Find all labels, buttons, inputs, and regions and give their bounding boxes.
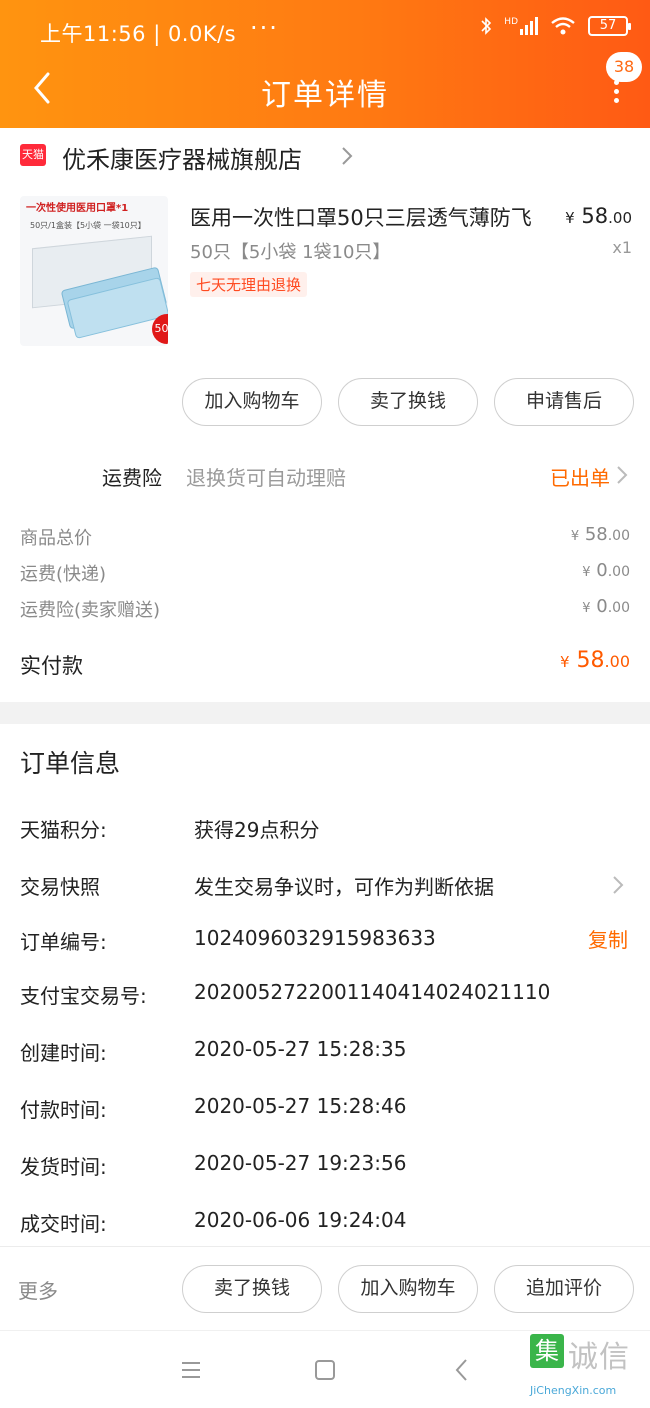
price-integer: 58 [581, 204, 609, 228]
price-decimal: .00 [608, 209, 632, 227]
product-sku: 50只【5小袋 1袋10只】 [190, 242, 391, 263]
add-to-cart-button[interactable]: 加入购物车 [338, 1265, 478, 1313]
order-info-label: 成交时间: [20, 1212, 107, 1236]
back-icon[interactable] [448, 1357, 478, 1383]
price-row-value: ¥ 0.00 [582, 560, 630, 581]
price-row-symbol: ¥ [570, 529, 580, 544]
order-info-label: 付款时间: [20, 1098, 107, 1122]
apply-after-sale-button[interactable]: 申请售后 [494, 378, 634, 426]
add-review-button[interactable]: 追加评价 [494, 1265, 634, 1313]
section-divider [0, 702, 650, 724]
price-row-decimal: .00 [607, 600, 630, 616]
order-info-label: 发货时间: [20, 1155, 107, 1179]
price-row-value: ¥ 58.00 [571, 524, 630, 545]
more-actions-link[interactable]: 更多 [18, 1275, 58, 1304]
paid-decimal: .00 [604, 652, 630, 671]
shipping-insurance-description: 退换货可自动理赔 [186, 466, 346, 490]
status-icons: HD 57 [480, 16, 631, 36]
paid-symbol: ¥ [560, 653, 570, 671]
more-menu-icon[interactable] [610, 80, 622, 106]
page-title: 订单详情 [261, 78, 389, 113]
order-info-value: 2020052722001140414024021110 [194, 980, 551, 1004]
product-image-subtitle: 50只/1盒装【5小袋 一袋10只】 [30, 221, 146, 230]
chevron-right-icon[interactable] [612, 874, 624, 896]
watermark-box: 集 [530, 1334, 564, 1368]
signal-icon: HD [504, 17, 538, 35]
chevron-right-icon [342, 147, 353, 165]
product-image[interactable]: 一次性使用医用口罩*1 50只/1盒装【5小袋 一袋10只】 50只 [20, 196, 168, 346]
order-info-value: 2020-05-27 15:28:35 [194, 1037, 407, 1061]
price-row-integer: 0 [596, 596, 608, 617]
tmall-logo: 天猫 [20, 144, 46, 166]
price-row-subtotal: 商品总价 ¥ 58.00 [20, 524, 630, 550]
price-symbol: ¥ [565, 209, 575, 227]
order-number-value: 1024096032915983633 [194, 926, 436, 950]
wifi-icon [551, 17, 575, 35]
home-icon[interactable] [310, 1357, 340, 1383]
order-info-value: 2020-05-27 19:23:56 [194, 1151, 407, 1175]
paid-integer: 58 [576, 648, 605, 673]
order-info-value: 2020-06-06 19:24:04 [194, 1208, 407, 1232]
watermark-text: 诚信 [568, 1340, 630, 1375]
price-row-value: ¥ 0.00 [582, 596, 630, 617]
menu-icon[interactable] [176, 1357, 206, 1383]
add-to-cart-button[interactable]: 加入购物车 [182, 378, 322, 426]
header-bar: 上午11:56 | 0.0K/s ··· HD 57 订单详情 38 [0, 0, 650, 128]
paid-amount-label: 实付款 [20, 654, 83, 678]
paid-amount-value: ¥ 58.00 [560, 648, 630, 673]
price-row-decimal: .00 [607, 564, 630, 580]
price-row-integer: 0 [596, 560, 608, 581]
sell-for-cash-button[interactable]: 卖了换钱 [338, 378, 478, 426]
price-row-label: 商品总价 [20, 528, 92, 549]
bottom-action-bar: 更多 卖了换钱 加入购物车 追加评价 [0, 1246, 650, 1330]
order-info-value: 2020-05-27 15:28:46 [194, 1094, 407, 1118]
status-time: 上午11:56 | 0.0K/s [40, 22, 237, 46]
price-row-insurance: 运费险(卖家赠送) ¥ 0.00 [20, 596, 630, 622]
price-row-integer: 58 [584, 524, 608, 545]
return-policy-tag: 七天无理由退换 [190, 272, 308, 297]
price-row-symbol: ¥ [582, 601, 591, 616]
price-row-shipping: 运费(快递) ¥ 0.00 [20, 560, 630, 586]
order-info-label: 订单编号: [20, 930, 107, 954]
battery-icon: 57 [588, 16, 631, 36]
price-row-label: 运费险(卖家赠送) [20, 600, 161, 621]
sell-for-cash-button[interactable]: 卖了换钱 [182, 1265, 322, 1313]
order-info-value: 获得29点积分 [194, 818, 320, 842]
order-info-label: 支付宝交易号: [20, 984, 147, 1008]
message-count-badge: 38 [606, 52, 642, 82]
order-info-label: 创建时间: [20, 1041, 107, 1065]
status-bar: 上午11:56 | 0.0K/s ··· HD 57 [0, 14, 650, 48]
shipping-insurance-label: 运费险 [102, 466, 162, 490]
network-label: HD [504, 17, 518, 27]
order-info-label: 天猫积分: [20, 818, 107, 842]
price-row-symbol: ¥ [582, 565, 591, 580]
watermark-url: JiChengXin.com [530, 1384, 617, 1397]
order-snapshot-link[interactable]: 发生交易争议时，可作为判断依据 [194, 871, 494, 900]
copy-order-number-button[interactable]: 复制 [588, 924, 628, 953]
watermark-logo: 集 诚信 JiChengXin.com [524, 1330, 644, 1408]
order-info-title: 订单信息 [20, 749, 121, 778]
bluetooth-icon [481, 17, 492, 35]
chevron-right-icon[interactable] [616, 464, 628, 486]
shop-header[interactable]: 天猫 优禾康医疗器械旗舰店 [0, 128, 650, 182]
product-title[interactable]: 医用一次性口罩50只三层透气薄防飞 [190, 202, 532, 232]
shop-name[interactable]: 优禾康医疗器械旗舰店 [62, 140, 302, 175]
order-info-label[interactable]: 交易快照 [20, 871, 100, 900]
status-dots: ··· [250, 14, 279, 42]
price-row-label: 运费(快递) [20, 564, 107, 585]
price-row-decimal: .00 [607, 528, 630, 544]
shipping-insurance-status[interactable]: 已出单 [550, 462, 610, 491]
product-price: ¥ 58.00 [565, 204, 632, 228]
product-quantity: x1 [612, 238, 632, 257]
